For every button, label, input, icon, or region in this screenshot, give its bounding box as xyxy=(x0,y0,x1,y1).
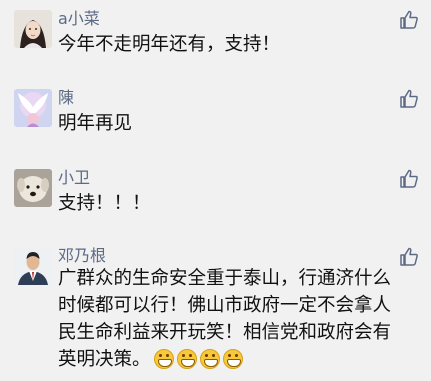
avatar[interactable] xyxy=(14,10,52,48)
grinning-face-icon xyxy=(222,349,243,369)
thumbs-up-icon[interactable] xyxy=(399,10,419,30)
comment-text: 今年不走明年还有，支持！ xyxy=(58,34,281,55)
comment-text: 广群众的生命安全重于泰山，行通济什么时候都可以行！佛山市政府一定不会拿人民生命利… xyxy=(58,265,398,373)
comment-item: a小菜 今年不走明年还有，支持！ xyxy=(0,0,431,70)
comment-author[interactable]: 小卫 xyxy=(58,168,90,188)
thumbs-up-icon[interactable] xyxy=(399,89,419,109)
comment-text: 明年再见 xyxy=(58,113,133,134)
comment-author[interactable]: 陳 xyxy=(58,88,74,108)
comment-item: 邓乃根 广群众的生命安全重于泰山，行通济什么时候都可以行！佛山市政府一定不会拿人… xyxy=(0,237,431,381)
avatar[interactable] xyxy=(14,89,52,127)
grinning-face-icon xyxy=(199,349,220,369)
comment-item: 小卫 支持！！！ xyxy=(0,159,431,229)
comment-text: 支持！！！ xyxy=(58,193,151,214)
thumbs-up-icon[interactable] xyxy=(399,169,419,189)
grinning-face-icon xyxy=(176,349,197,369)
thumbs-up-icon[interactable] xyxy=(399,247,419,267)
comment-item: 陳 明年再见 xyxy=(0,79,431,149)
comment-author[interactable]: 邓乃根 xyxy=(58,246,106,266)
avatar[interactable] xyxy=(14,247,52,285)
comment-author[interactable]: a小菜 xyxy=(58,9,100,29)
grinning-face-icon xyxy=(153,349,174,369)
avatar[interactable] xyxy=(14,169,52,207)
